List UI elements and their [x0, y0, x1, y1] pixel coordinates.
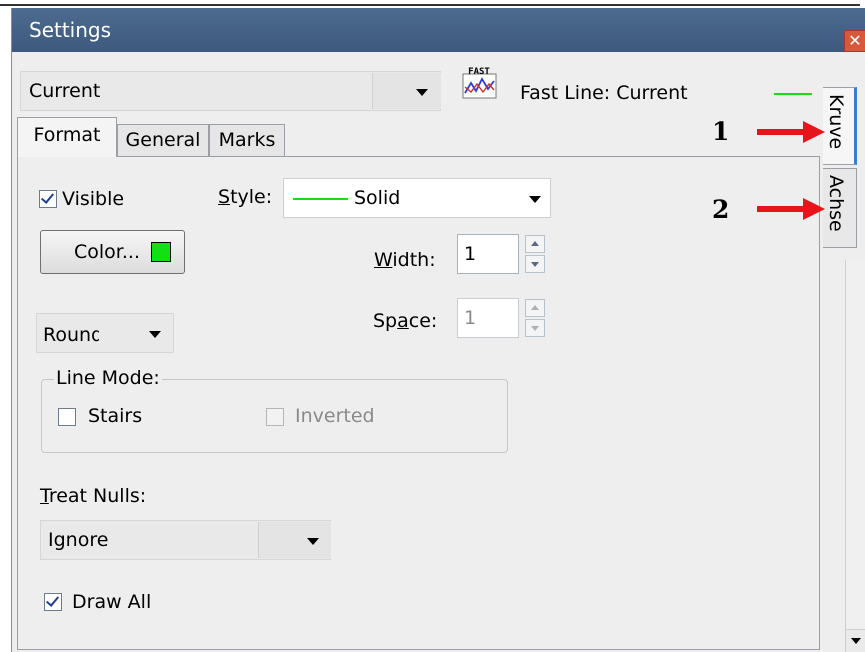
tab-marks[interactable]: Marks — [209, 124, 285, 156]
line-mode-label: Line Mode: — [54, 367, 162, 389]
width-input[interactable]: 1 — [457, 234, 519, 274]
stairs-label: Stairs — [88, 405, 143, 427]
treat-nulls-label: Treat Nulls: — [40, 485, 147, 507]
tab-general[interactable]: General — [117, 124, 209, 156]
style-select-value: Solid — [354, 187, 401, 209]
fast-line-icon: FAST — [462, 65, 498, 101]
chevron-down-icon — [529, 196, 541, 203]
width-label: Width: — [374, 249, 436, 271]
width-value: 1 — [464, 243, 477, 265]
draw-all-label: Draw All — [72, 591, 152, 613]
line-mode-group: Line Mode: Stairs Inverted — [41, 367, 508, 453]
red-arrow-2-icon — [757, 198, 825, 225]
color-button[interactable]: Color... — [40, 230, 185, 274]
window-title: Settings — [29, 18, 112, 42]
series-info-label: Fast Line: Current — [520, 82, 688, 104]
join-style-select[interactable]: Round — [36, 313, 174, 353]
top-edge — [0, 0, 865, 8]
visible-checkbox[interactable] — [39, 190, 57, 208]
series-line-sample — [774, 93, 812, 95]
fast-icon-text: FAST — [468, 67, 490, 77]
style-line-sample — [293, 198, 348, 200]
space-label: Space: — [373, 310, 438, 332]
visible-label: Visible — [62, 188, 125, 210]
close-icon: ✕ — [848, 31, 862, 50]
treat-nulls-value: Ignore — [48, 529, 109, 551]
tab-general-label: General — [125, 129, 201, 151]
chevron-down-icon — [149, 331, 161, 338]
tab-format-label: Format — [33, 124, 101, 146]
annotation-number-2: 2 — [712, 195, 730, 224]
treat-nulls-select[interactable]: Ignore — [40, 520, 331, 560]
side-tab-achse[interactable]: Achse — [823, 168, 857, 248]
color-swatch — [151, 242, 171, 262]
annotation-number-1: 1 — [712, 117, 730, 146]
join-style-value: Round — [43, 324, 104, 346]
chevron-down-icon — [416, 89, 428, 96]
style-label: Style: — [218, 186, 273, 208]
red-arrow-1-icon — [757, 121, 825, 148]
tab-marks-label: Marks — [218, 129, 276, 151]
side-tab-achse-label: Achse — [825, 175, 847, 232]
space-up-button[interactable] — [525, 299, 545, 317]
space-down-button[interactable] — [525, 319, 545, 337]
close-button[interactable]: ✕ — [844, 30, 865, 52]
series-select-value: Current — [29, 80, 101, 102]
chevron-down-icon — [307, 538, 319, 545]
settings-window: Settings ✕ Current FAST Fast Line: Curre… — [11, 8, 865, 652]
side-tab-kruve-label: Kruve — [825, 94, 847, 150]
inverted-checkbox[interactable] — [266, 408, 284, 426]
side-tab-kruve[interactable]: Kruve — [823, 87, 857, 165]
title-bar: Settings ✕ — [12, 8, 865, 52]
settings-panel: Current FAST Fast Line: Current Format G… — [12, 52, 823, 652]
series-select[interactable]: Current — [20, 71, 441, 111]
draw-all-checkbox[interactable] — [44, 593, 62, 611]
color-button-label: Color... — [74, 241, 140, 263]
inverted-label: Inverted — [295, 405, 375, 427]
scroll-down-button[interactable] — [846, 629, 865, 652]
width-down-button[interactable] — [525, 255, 545, 273]
style-select[interactable]: Solid — [283, 178, 551, 218]
width-up-button[interactable] — [525, 235, 545, 253]
space-input[interactable]: 1 — [457, 298, 519, 338]
vertical-scrollbar[interactable] — [845, 260, 865, 652]
stairs-checkbox[interactable] — [58, 408, 76, 426]
tab-format[interactable]: Format — [17, 117, 117, 157]
space-value: 1 — [464, 307, 477, 329]
